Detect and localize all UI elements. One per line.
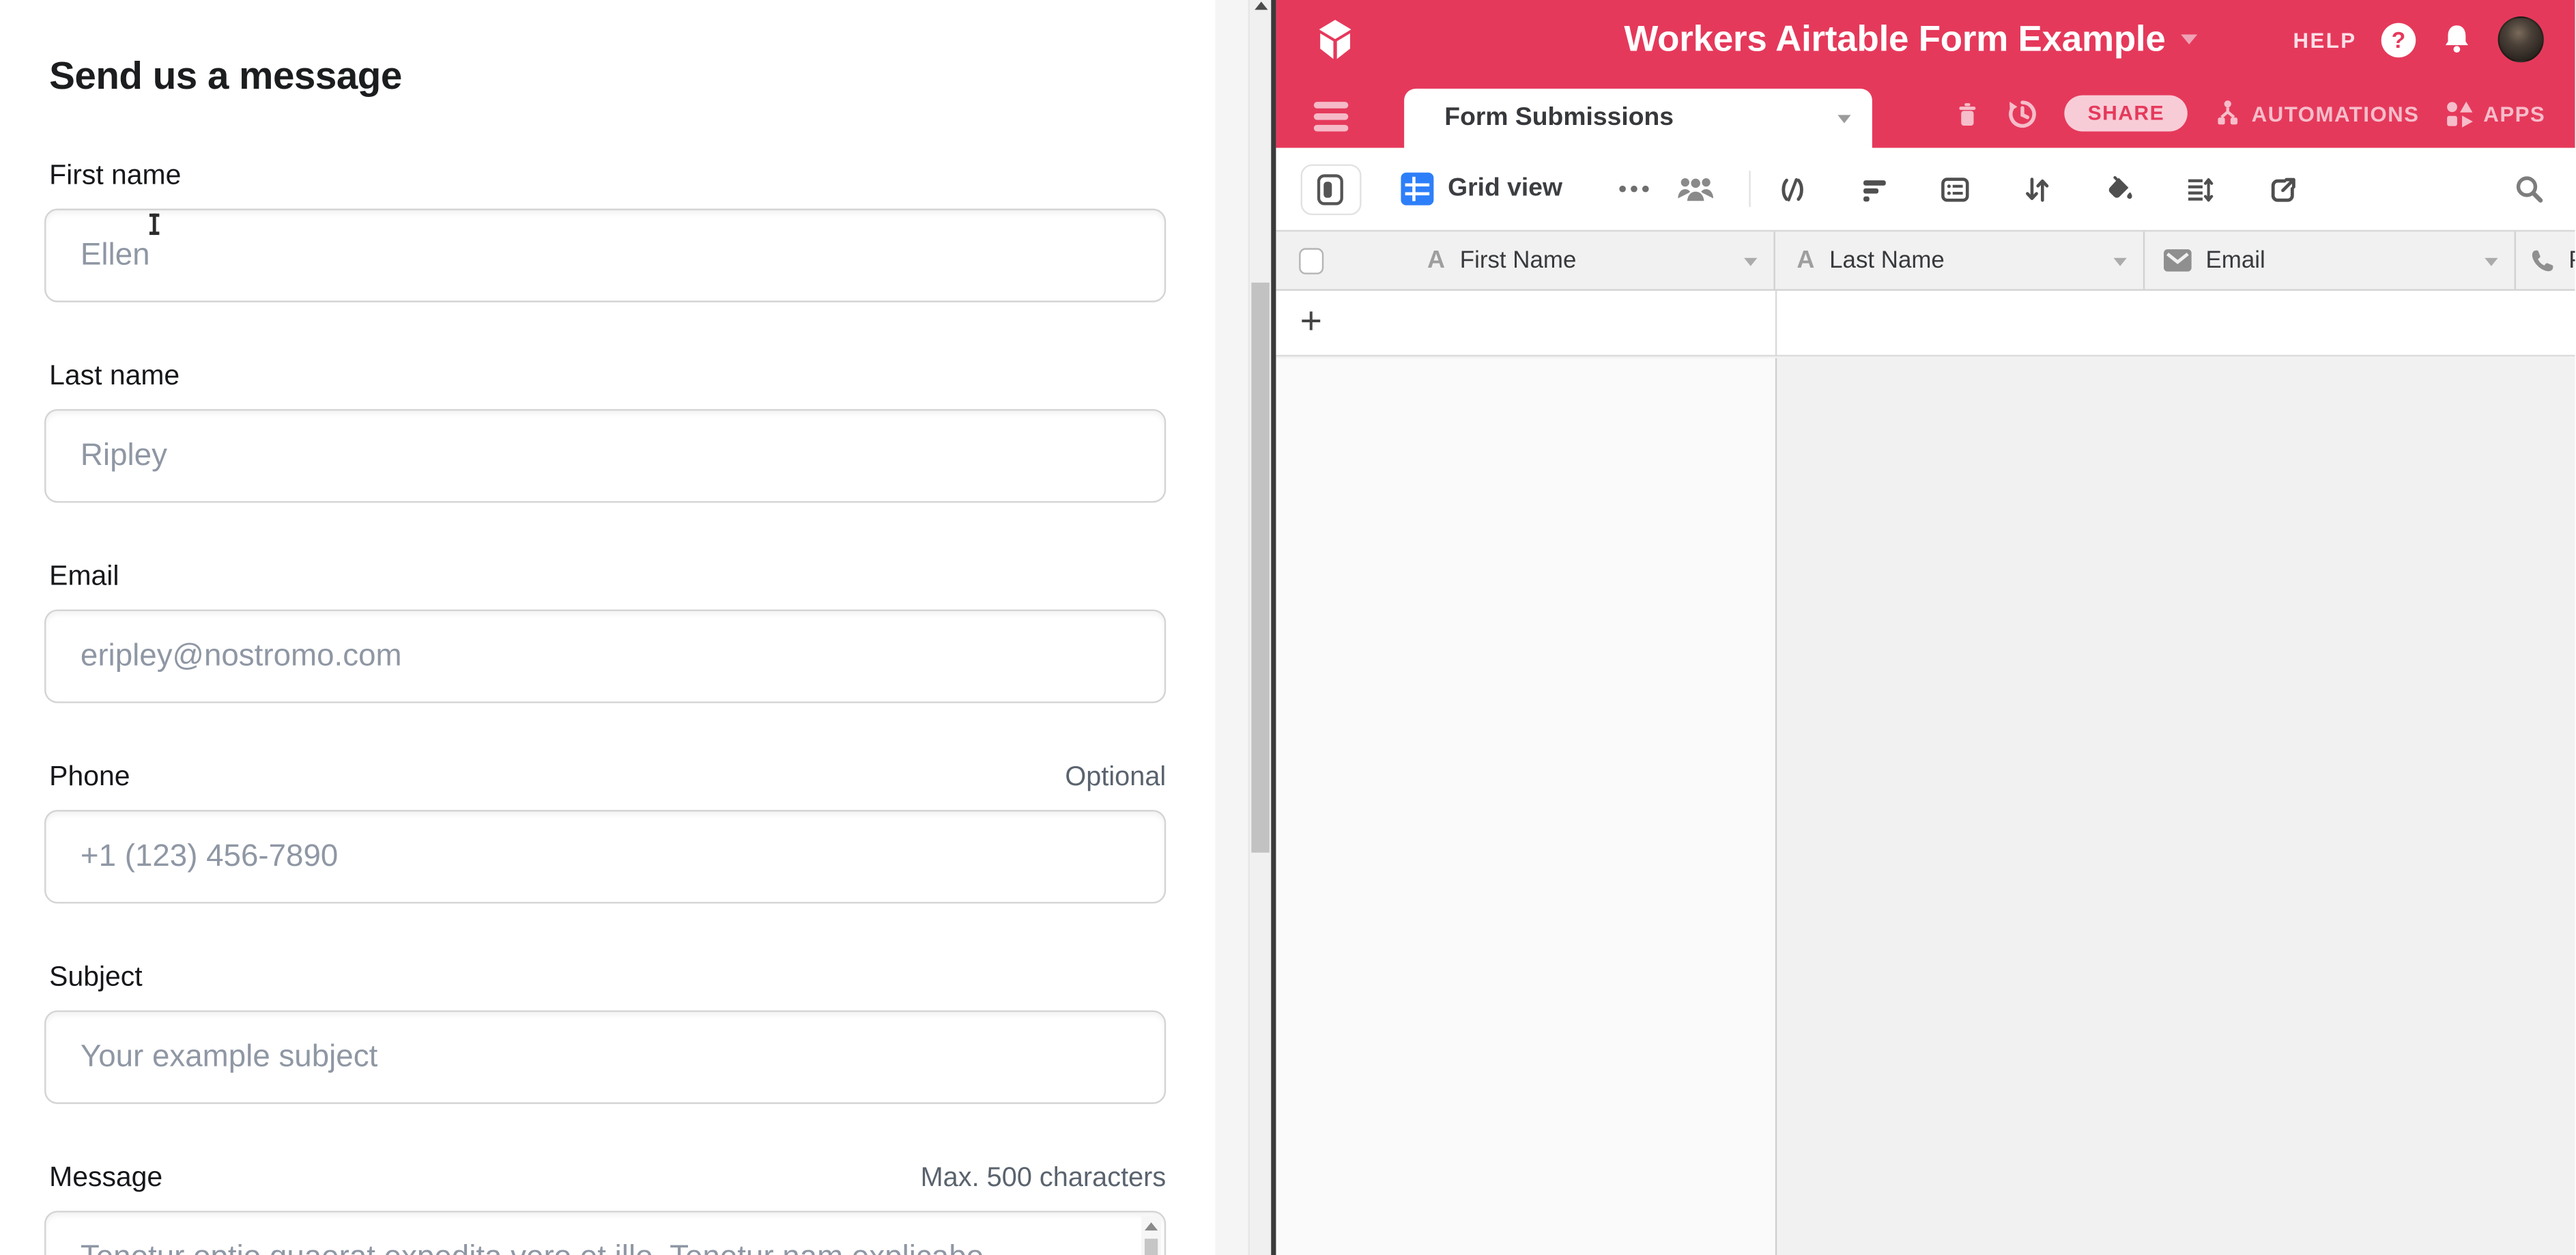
subject-label: Subject <box>49 961 142 994</box>
automations-label: AUTOMATIONS <box>2252 101 2420 126</box>
share-button[interactable]: SHARE <box>2065 96 2188 132</box>
phone-optional-hint: Optional <box>1065 762 1166 793</box>
first-name-input[interactable]: Ellen <box>44 209 1166 302</box>
tabbar-right-cluster: SHARE AUTOMATIONS <box>1955 79 2546 147</box>
email-placeholder: eripley@nostromo.com <box>81 638 402 675</box>
last-name-input[interactable]: Ripley <box>44 409 1166 503</box>
text-field-type-icon: A <box>1427 246 1445 274</box>
select-all-checkbox[interactable] <box>1298 248 1323 273</box>
subject-group: Subject Your example subject <box>0 961 1215 1110</box>
column-header-last-name[interactable]: A Last Name <box>1775 231 2145 289</box>
email-group: Email eripley@nostromo.com <box>0 560 1215 708</box>
base-title-caret-icon[interactable] <box>2180 35 2196 44</box>
sort-icon[interactable] <box>2022 148 2050 230</box>
text-cursor <box>153 214 156 235</box>
screenshot-root: Send us a message First name Ellen Last … <box>0 0 2575 1255</box>
trash-icon[interactable] <box>1955 100 1981 128</box>
tab-form-submissions[interactable]: Form Submissions <box>1403 89 1872 148</box>
browser-scrollbar-area <box>1215 0 1270 1255</box>
collaborators-icon[interactable] <box>1676 148 1714 230</box>
first-name-label: First name <box>49 159 181 192</box>
select-all-cell <box>1275 231 1381 289</box>
help-question-icon[interactable]: ? <box>2381 22 2416 57</box>
add-record-button[interactable]: + <box>1300 299 1322 343</box>
contact-form-panel: Send us a message First name Ellen Last … <box>0 0 1215 1255</box>
sidebar-menu-icon[interactable] <box>1313 102 1348 130</box>
message-group: Message Max. 500 characters Tenetur opti… <box>0 1161 1215 1255</box>
search-icon[interactable] <box>2515 148 2544 230</box>
email-input[interactable]: eripley@nostromo.com <box>44 610 1166 703</box>
last-name-placeholder: Ripley <box>81 438 167 474</box>
page-title: Send us a message <box>49 54 402 98</box>
phone-field-type-icon <box>2529 247 2555 273</box>
table-tab-bar: Form Submissions <box>1275 79 2575 147</box>
subject-placeholder: Your example subject <box>81 1039 377 1075</box>
window-divider <box>1270 0 1275 1255</box>
header-right-cluster: HELP ? <box>2293 0 2544 79</box>
scroll-up-arrow-icon[interactable] <box>1145 1222 1158 1230</box>
view-options-ellipsis-icon[interactable] <box>1616 148 1652 230</box>
grid-canvas-right <box>1777 358 2575 1255</box>
view-toolbar: Grid view <box>1275 148 2575 230</box>
phone-label: Phone <box>49 761 130 793</box>
grid-column-header-row: A First Name A Last Name Email <box>1275 230 2575 291</box>
first-name-placeholder: Ellen <box>81 238 150 274</box>
frozen-column-divider <box>1775 358 1777 1255</box>
table-tab-caret-icon[interactable] <box>1838 115 1851 123</box>
email-label: Email <box>49 560 119 593</box>
grid-view-icon <box>1400 173 1433 206</box>
column-caret-icon[interactable] <box>1744 258 1757 266</box>
phone-placeholder: +1 (123) 456-7890 <box>81 838 338 875</box>
toolbar-divider <box>1748 171 1751 207</box>
phone-input[interactable]: +1 (123) 456-7890 <box>44 810 1166 903</box>
user-avatar[interactable] <box>2498 16 2543 62</box>
message-textarea[interactable]: Tenetur optio quaerat expedita vero et i… <box>44 1211 1166 1255</box>
hide-fields-icon[interactable] <box>1778 148 1806 230</box>
text-field-type-icon: A <box>1797 246 1814 274</box>
message-maxchars-hint: Max. 500 characters <box>921 1163 1167 1194</box>
base-title[interactable]: Workers Airtable Form Example <box>1624 18 2165 61</box>
column-caret-icon[interactable] <box>2485 258 2498 266</box>
subject-input[interactable]: Your example subject <box>44 1011 1166 1104</box>
grid-view-switcher[interactable]: Grid view <box>1400 148 1562 230</box>
apps-button[interactable]: APPS <box>2446 100 2545 128</box>
message-scrollbar[interactable] <box>1141 1215 1161 1255</box>
help-button[interactable]: HELP <box>2293 27 2357 52</box>
notifications-bell-icon[interactable] <box>2440 23 2473 56</box>
phone-group: Phone Optional +1 (123) 456-7890 <box>0 761 1215 909</box>
frozen-column-divider <box>1775 291 1777 356</box>
grid-add-row-strip: + <box>1275 291 2575 356</box>
table-tab-label: Form Submissions <box>1444 104 1674 133</box>
browser-scrollbar-track[interactable] <box>1247 0 1270 1255</box>
message-label: Message <box>49 1161 162 1194</box>
airtable-panel: Workers Airtable Form Example HELP ? For… <box>1275 0 2575 1255</box>
view-sidebar-toggle-button[interactable] <box>1300 165 1361 216</box>
message-scrollbar-thumb[interactable] <box>1145 1239 1158 1255</box>
share-view-icon[interactable] <box>2269 148 2297 230</box>
history-icon[interactable] <box>2007 98 2039 129</box>
message-text: Tenetur optio quaerat expedita vero et i… <box>81 1241 984 1255</box>
email-field-type-icon <box>2163 248 2192 272</box>
grid-empty-canvas <box>1275 358 2575 1255</box>
group-icon[interactable] <box>1941 148 1969 230</box>
first-name-group: First name Ellen <box>0 159 1215 307</box>
last-name-label: Last name <box>49 360 180 393</box>
last-name-group: Last name Ripley <box>0 360 1215 508</box>
browser-scrollbar-thumb[interactable] <box>1252 283 1270 853</box>
grid-canvas-left <box>1275 358 1775 1255</box>
column-caret-icon[interactable] <box>2114 258 2127 266</box>
column-header-email[interactable]: Email <box>2145 231 2516 289</box>
apps-label: APPS <box>2483 101 2545 126</box>
color-fill-icon[interactable] <box>2105 148 2134 230</box>
row-height-icon[interactable] <box>2185 148 2213 230</box>
automations-button[interactable]: AUTOMATIONS <box>2214 98 2419 128</box>
view-name-label: Grid view <box>1448 174 1562 203</box>
filter-icon[interactable] <box>1860 148 1888 230</box>
column-header-phone[interactable]: Phone <box>2516 231 2575 289</box>
column-header-first-name[interactable]: A First Name <box>1382 231 1775 289</box>
